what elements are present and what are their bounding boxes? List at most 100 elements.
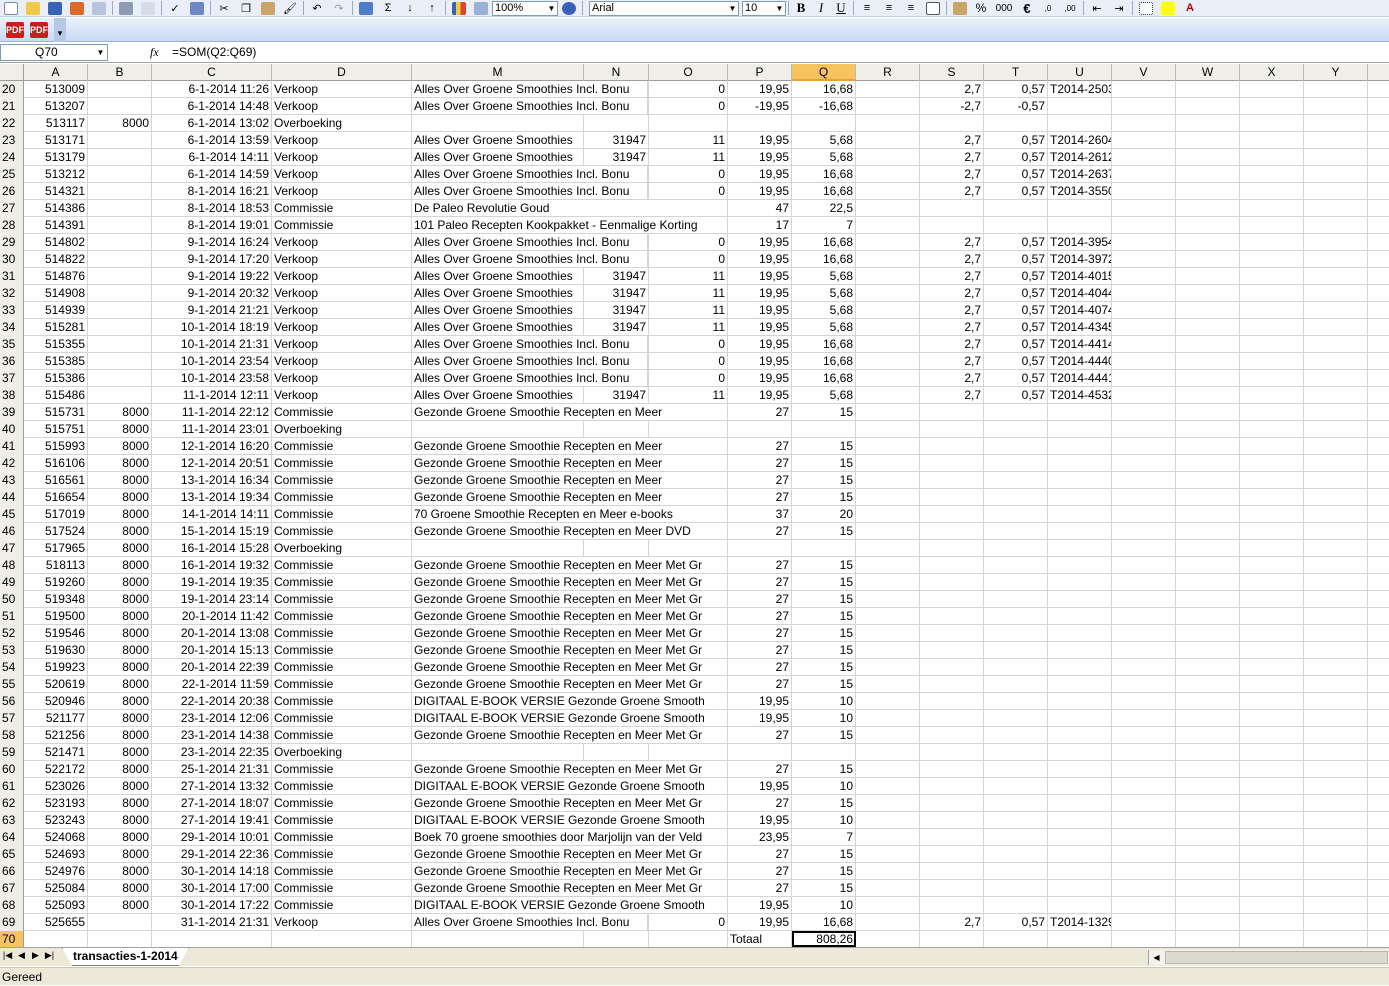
- cell-y[interactable]: [1304, 659, 1368, 675]
- cell-b[interactable]: [88, 217, 152, 233]
- cell-o[interactable]: [649, 931, 728, 947]
- cell-t[interactable]: [984, 693, 1048, 709]
- chart-wizard-icon[interactable]: [448, 0, 470, 16]
- cell-m[interactable]: DIGITAAL E-BOOK VERSIE Gezonde Groene Sm…: [412, 778, 728, 794]
- cell-a[interactable]: 521256: [24, 727, 88, 743]
- cell-w[interactable]: [1176, 744, 1240, 760]
- cell-r[interactable]: [856, 217, 920, 233]
- cell-c[interactable]: 22-1-2014 20:38: [152, 693, 272, 709]
- cell-n[interactable]: 31947: [584, 285, 649, 301]
- cell-s[interactable]: [920, 438, 984, 454]
- row-header[interactable]: 21: [0, 98, 24, 115]
- cell-o[interactable]: 0: [649, 370, 728, 386]
- cell-w[interactable]: [1176, 421, 1240, 437]
- cell-p[interactable]: 19,95: [728, 812, 792, 828]
- cell-x[interactable]: [1240, 693, 1304, 709]
- cell-u[interactable]: [1048, 523, 1112, 539]
- row-header[interactable]: 27: [0, 200, 24, 217]
- cell-r[interactable]: [856, 438, 920, 454]
- cell-m[interactable]: Boek 70 groene smoothies door Marjolijn …: [412, 829, 728, 845]
- cell-x[interactable]: [1240, 353, 1304, 369]
- cell-t[interactable]: 0,57: [984, 914, 1048, 930]
- cell-p[interactable]: 47: [728, 200, 792, 216]
- cell-d[interactable]: Commissie: [272, 438, 412, 454]
- cell-q[interactable]: 5,68: [792, 387, 856, 403]
- cell-m[interactable]: Alles Over Groene Smoothies Incl. Bonu: [412, 353, 648, 369]
- cell-q[interactable]: 15: [792, 676, 856, 692]
- hyperlink-icon[interactable]: [355, 0, 377, 16]
- cell-a[interactable]: 524693: [24, 846, 88, 862]
- cell-w[interactable]: [1176, 438, 1240, 454]
- cell-w[interactable]: [1176, 880, 1240, 896]
- cell-b[interactable]: [88, 200, 152, 216]
- cell-c[interactable]: 30-1-2014 17:00: [152, 880, 272, 896]
- scroll-thumb[interactable]: [1165, 951, 1388, 964]
- cell-b[interactable]: [88, 234, 152, 250]
- align-center-icon[interactable]: ≡: [878, 0, 900, 16]
- cell-q[interactable]: 10: [792, 897, 856, 913]
- cell-w[interactable]: [1176, 591, 1240, 607]
- cell-c[interactable]: 8-1-2014 18:53: [152, 200, 272, 216]
- cell-u[interactable]: [1048, 455, 1112, 471]
- format-painter-icon[interactable]: 🖌: [279, 0, 301, 16]
- cell-c[interactable]: 9-1-2014 20:32: [152, 285, 272, 301]
- cell-p[interactable]: 19,95: [728, 302, 792, 318]
- cell-a[interactable]: 515751: [24, 421, 88, 437]
- percent-button[interactable]: %: [971, 0, 991, 16]
- cell-t[interactable]: 0,57: [984, 149, 1048, 165]
- cell-c[interactable]: 25-1-2014 21:31: [152, 761, 272, 777]
- undo-icon[interactable]: ↶: [306, 0, 328, 16]
- align-right-icon[interactable]: ≡: [900, 0, 922, 16]
- prev-sheet-icon[interactable]: ◀: [16, 950, 27, 961]
- cell-x[interactable]: [1240, 812, 1304, 828]
- cell-m[interactable]: Gezonde Groene Smoothie Recepten en Meer: [412, 455, 728, 471]
- cell-u[interactable]: [1048, 98, 1112, 114]
- column-header-x[interactable]: X: [1240, 64, 1304, 81]
- cell-m[interactable]: Alles Over Groene Smoothies: [412, 268, 584, 284]
- row-header[interactable]: 47: [0, 540, 24, 557]
- research-icon[interactable]: [186, 0, 208, 16]
- cell-r[interactable]: [856, 846, 920, 862]
- cell-y[interactable]: [1304, 863, 1368, 879]
- cell-s[interactable]: [920, 217, 984, 233]
- cell-o[interactable]: 0: [649, 914, 728, 930]
- cell-u[interactable]: [1048, 659, 1112, 675]
- cell-p[interactable]: 19,95: [728, 166, 792, 182]
- cell-t[interactable]: 0,57: [984, 183, 1048, 199]
- cell-c[interactable]: 10-1-2014 23:54: [152, 353, 272, 369]
- cell-d[interactable]: Commissie: [272, 489, 412, 505]
- cell-p[interactable]: 19,95: [728, 710, 792, 726]
- cell-d[interactable]: Verkoop: [272, 353, 412, 369]
- cell-r[interactable]: [856, 642, 920, 658]
- cell-w[interactable]: [1176, 863, 1240, 879]
- cell-s[interactable]: [920, 778, 984, 794]
- cell-u[interactable]: [1048, 421, 1112, 437]
- cell-r[interactable]: [856, 625, 920, 641]
- cell-u[interactable]: T2014-13291: [1048, 914, 1112, 930]
- next-sheet-icon[interactable]: ▶: [30, 950, 41, 961]
- cell-v[interactable]: [1112, 727, 1176, 743]
- cell-w[interactable]: [1176, 132, 1240, 148]
- cell-u[interactable]: [1048, 710, 1112, 726]
- cell-v[interactable]: [1112, 166, 1176, 182]
- insert-function-icon[interactable]: fx: [150, 45, 159, 60]
- cell-y[interactable]: [1304, 761, 1368, 777]
- cell-x[interactable]: [1240, 829, 1304, 845]
- cell-t[interactable]: [984, 438, 1048, 454]
- cell-q[interactable]: 22,5: [792, 200, 856, 216]
- cell-m[interactable]: DIGITAAL E-BOOK VERSIE Gezonde Groene Sm…: [412, 693, 728, 709]
- cell-y[interactable]: [1304, 217, 1368, 233]
- cell-s[interactable]: 2,7: [920, 336, 984, 352]
- cell-a[interactable]: 525655: [24, 914, 88, 930]
- cell-u[interactable]: T2014-3550: [1048, 183, 1112, 199]
- cell-u[interactable]: [1048, 863, 1112, 879]
- cell-w[interactable]: [1176, 846, 1240, 862]
- cell-d[interactable]: Verkoop: [272, 914, 412, 930]
- cell-m[interactable]: Gezonde Groene Smoothie Recepten en Meer…: [412, 557, 728, 573]
- cell-d[interactable]: Commissie: [272, 846, 412, 862]
- cell-r[interactable]: [856, 353, 920, 369]
- cell-u[interactable]: [1048, 880, 1112, 896]
- cell-c[interactable]: 12-1-2014 20:51: [152, 455, 272, 471]
- sort-descending-icon[interactable]: ↑: [421, 0, 443, 16]
- cell-x[interactable]: [1240, 795, 1304, 811]
